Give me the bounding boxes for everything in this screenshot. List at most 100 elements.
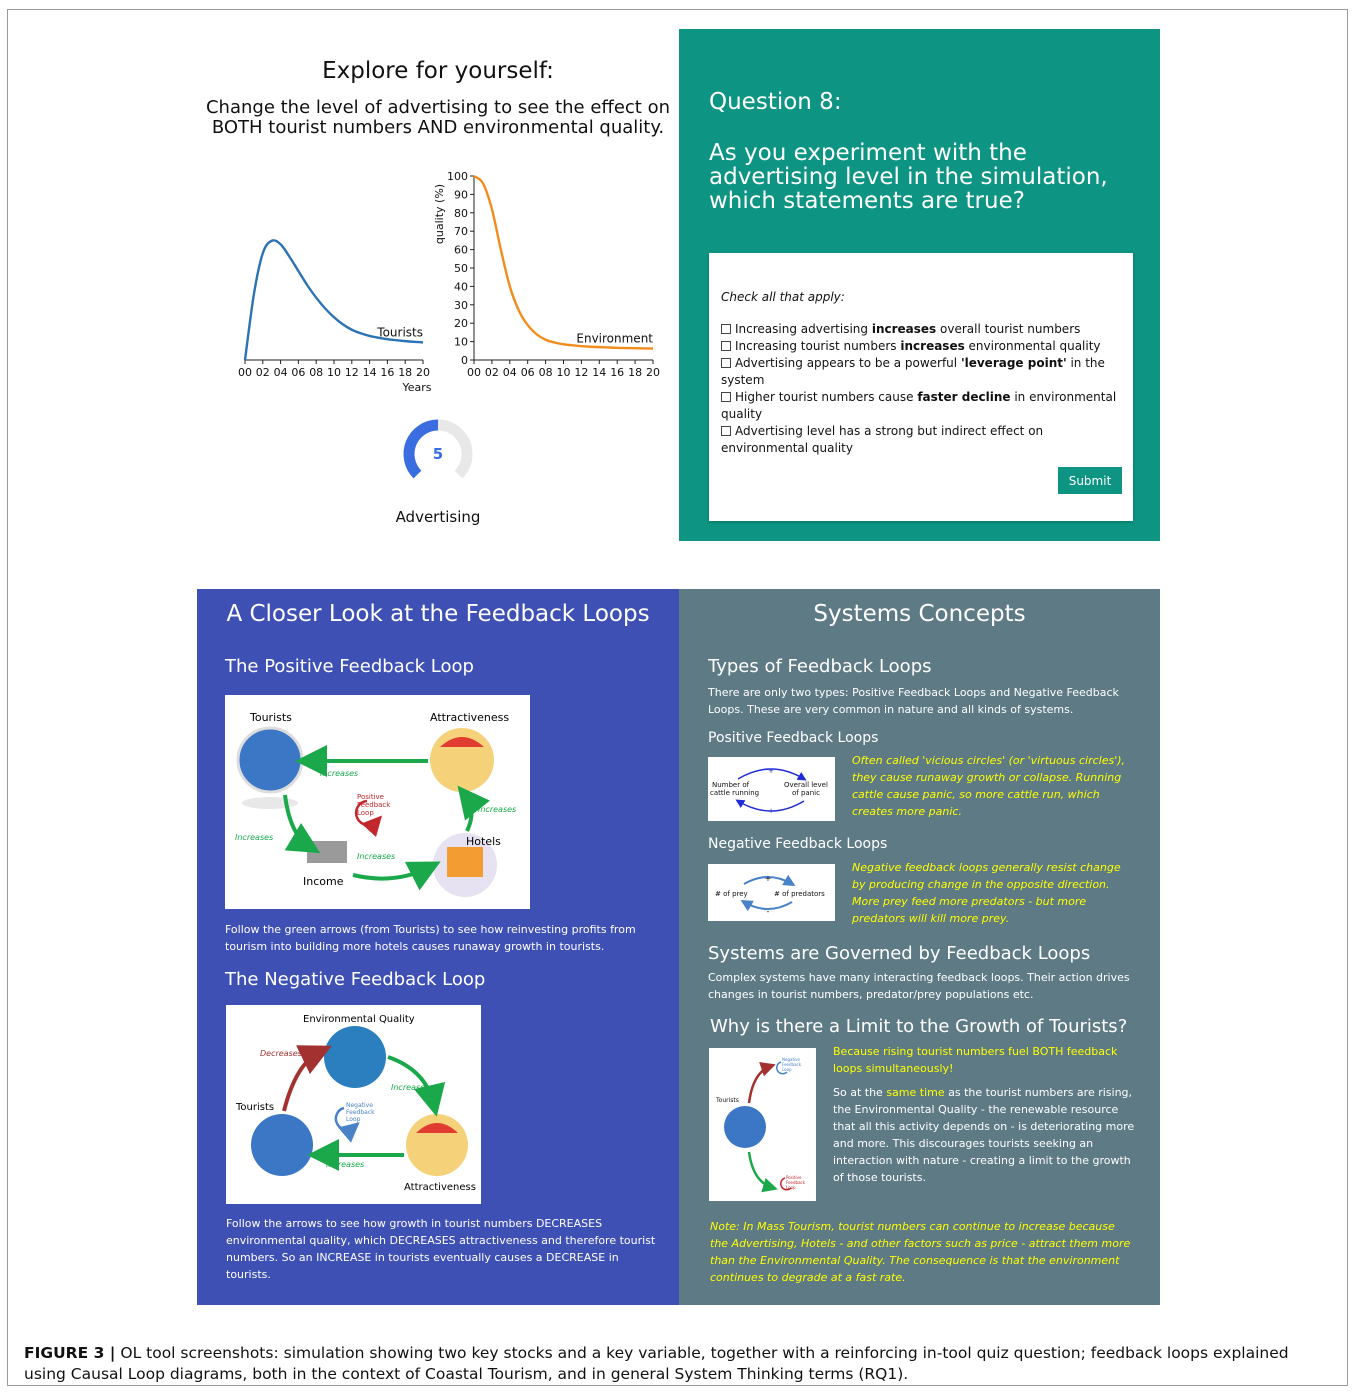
x-tick-label: 20 bbox=[416, 366, 430, 379]
x-tick-label: 12 bbox=[345, 366, 359, 379]
question-panel: Question 8: As you experiment with the a… bbox=[679, 29, 1160, 541]
negative-loop-diagram: Environmental Quality Tourists Attractiv… bbox=[226, 1005, 481, 1204]
series-line bbox=[243, 239, 424, 361]
types-text: There are only two types: Positive Feedb… bbox=[708, 686, 1119, 716]
negative-loops-title: Negative Feedback Loops bbox=[708, 836, 888, 852]
checkbox[interactable] bbox=[721, 324, 731, 334]
cattle-panic-diagram: + + Number of cattle running Overall lev… bbox=[708, 757, 835, 821]
y-tick-label: 100 bbox=[447, 170, 468, 183]
predators-label: # of predators bbox=[774, 890, 825, 898]
gauge-value: 5 bbox=[432, 445, 444, 463]
governed-text: Complex systems have many interacting fe… bbox=[708, 971, 1130, 1001]
types-title: Types of Feedback Loops bbox=[708, 656, 932, 677]
loop-label: Feedback bbox=[346, 1109, 375, 1116]
plus-label: + bbox=[765, 874, 772, 883]
panic-label: of panic bbox=[792, 789, 820, 797]
option-1[interactable]: Increasing advertising increases overall… bbox=[721, 321, 1121, 338]
positive-loop-title: The Positive Feedback Loop bbox=[225, 656, 474, 677]
y-tick-label: 70 bbox=[454, 225, 468, 238]
plus-label: + bbox=[768, 807, 774, 815]
panic-label: Overall level bbox=[784, 781, 828, 789]
question-title: Question 8: bbox=[709, 89, 842, 115]
increases-label-2: Increases bbox=[235, 833, 273, 842]
option-5[interactable]: Advertising level has a strong but indir… bbox=[721, 423, 1121, 457]
limit-title: Why is there a Limit to the Growth of To… bbox=[710, 1016, 1128, 1037]
limit-highlight: Because rising tourist numbers fuel BOTH… bbox=[833, 1045, 1118, 1075]
env-quality-image bbox=[324, 1026, 386, 1088]
positive-loop-text: Follow the green arrows (from Tourists) … bbox=[225, 923, 636, 953]
option-3[interactable]: Advertising appears to be a powerful 'le… bbox=[721, 355, 1121, 389]
tourists-label: Tourists bbox=[235, 1102, 274, 1113]
x-tick-label: 08 bbox=[309, 366, 323, 379]
limit-text: So at the same time as the tourist numbe… bbox=[833, 1086, 1135, 1184]
x-tick-label: 16 bbox=[610, 366, 624, 379]
checkbox[interactable] bbox=[721, 358, 731, 368]
decreases-label: Decreases bbox=[260, 1049, 302, 1058]
x-tick-label: 04 bbox=[274, 366, 288, 379]
x-tick-label: 10 bbox=[557, 366, 571, 379]
arrow-down bbox=[747, 1151, 778, 1193]
series-line bbox=[473, 174, 654, 350]
feedback-heading: A Closer Look at the Feedback Loops bbox=[226, 601, 650, 627]
x-tick-label: 04 bbox=[503, 366, 517, 379]
income-label: Income bbox=[303, 875, 344, 888]
tourists-image bbox=[251, 1114, 313, 1176]
option-list: Increasing advertising increases overall… bbox=[721, 321, 1121, 457]
arrow-tourists-env bbox=[282, 1045, 332, 1112]
positive-loops-title: Positive Feedback Loops bbox=[708, 730, 879, 746]
loop-label: Loop bbox=[782, 1067, 792, 1072]
hotels-label: Hotels bbox=[466, 835, 501, 848]
arrow-env-attractiveness bbox=[387, 1055, 446, 1117]
question-hint: Check all that apply: bbox=[721, 290, 845, 304]
series-label: Tourists bbox=[376, 325, 423, 339]
x-tick-label: 06 bbox=[291, 366, 305, 379]
tourists-image bbox=[724, 1106, 766, 1148]
x-tick-label: 08 bbox=[539, 366, 553, 379]
arrow-hotels-attractiveness bbox=[457, 785, 490, 832]
x-tick-label: 12 bbox=[574, 366, 588, 379]
advertising-gauge[interactable]: 5 bbox=[398, 418, 478, 498]
option-2[interactable]: Increasing tourist numbers increases env… bbox=[721, 338, 1121, 355]
question-text: As you experiment with the advertising l… bbox=[709, 140, 1108, 214]
option-4[interactable]: Higher tourist numbers cause faster decl… bbox=[721, 389, 1121, 423]
x-tick-label: 18 bbox=[628, 366, 642, 379]
y-tick-label: 20 bbox=[454, 317, 468, 330]
checkbox[interactable] bbox=[721, 392, 731, 402]
x-tick-label: 00 bbox=[238, 366, 252, 379]
environment-chart: 00 02 04 06 08 10 12 14 16 18 20010203040506070809… bbox=[433, 170, 660, 379]
checkbox[interactable] bbox=[721, 426, 731, 436]
x-tick-label: 06 bbox=[521, 366, 535, 379]
x-tick-label: 20 bbox=[646, 366, 660, 379]
minus-label: - bbox=[767, 907, 770, 916]
y-tick-label: 80 bbox=[454, 207, 468, 220]
increases-label-2: Increases bbox=[326, 1160, 364, 1169]
simulation-title: Explore for yourself: bbox=[322, 58, 554, 84]
feedback-loops-panel: A Closer Look at the Feedback Loops The … bbox=[197, 589, 679, 1305]
x-tick-label: 10 bbox=[327, 366, 341, 379]
attractiveness-label: Attractiveness bbox=[404, 1182, 476, 1193]
simulation-subtitle: Change the level of advertising to see t… bbox=[205, 97, 671, 138]
arrow-income-hotels bbox=[352, 861, 441, 891]
gauge-label: Advertising bbox=[395, 508, 481, 526]
prey-label: # of prey bbox=[715, 890, 748, 898]
question-card: Check all that apply: Increasing adverti… bbox=[709, 253, 1133, 521]
series-label: Environment bbox=[576, 332, 653, 346]
x-tick-label: 02 bbox=[256, 366, 270, 379]
loop-label: Negative bbox=[346, 1102, 373, 1109]
y-tick-label: 0 bbox=[461, 354, 468, 367]
mass-tourism-note: Note: In Mass Tourism, tourist numbers c… bbox=[710, 1220, 1131, 1284]
x-tick-label: 14 bbox=[363, 366, 377, 379]
money-icon bbox=[307, 841, 347, 863]
negative-loops-text: Negative feedback loops generally resist… bbox=[852, 861, 1121, 925]
arrow-up bbox=[747, 1062, 776, 1104]
x-tick-label: 02 bbox=[485, 366, 499, 379]
submit-button[interactable]: Submit bbox=[1058, 467, 1122, 494]
loop-label: Loop bbox=[786, 1185, 796, 1190]
loop-label: Loop bbox=[357, 809, 374, 817]
checkbox[interactable] bbox=[721, 341, 731, 351]
negative-loop-title: The Negative Feedback Loop bbox=[225, 969, 486, 990]
loop-label: Loop bbox=[346, 1116, 361, 1123]
y-tick-label: 40 bbox=[454, 280, 468, 293]
y-tick-label: 60 bbox=[454, 244, 468, 257]
y-axis-label: quality (%) bbox=[433, 184, 446, 244]
